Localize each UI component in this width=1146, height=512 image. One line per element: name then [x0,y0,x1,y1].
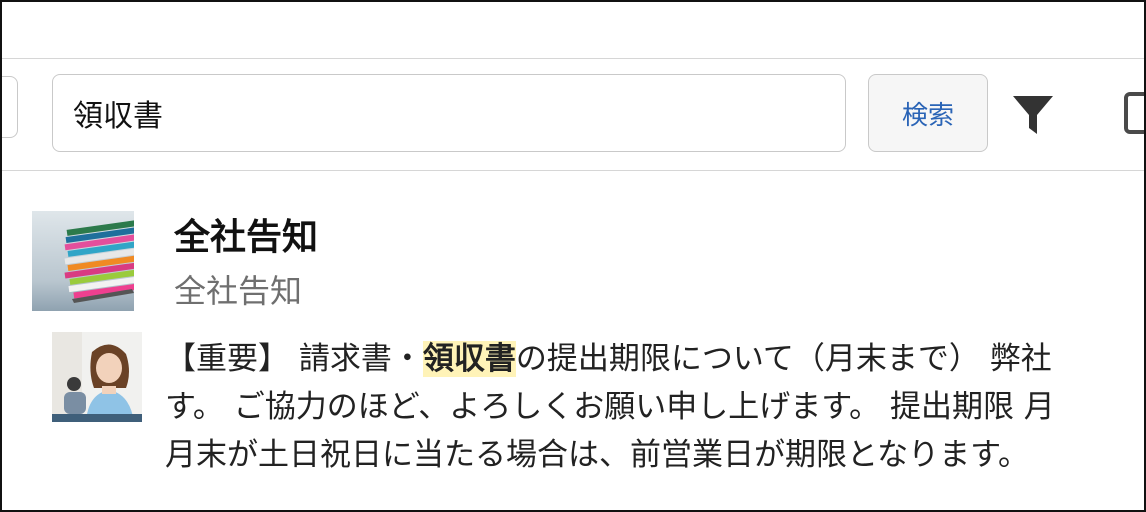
search-highlight: 領収書 [422,341,516,377]
filter-icon [1013,96,1053,134]
app-frame: 検索 [0,0,1146,512]
snippet-line-2: す。 ご協力のほど、よろしくお願い申し上げます。 提出期限 月 [165,389,1055,425]
snippet-line-1: 【重要】 請求書・領収書の提出期限について（月末まで） 弊社 [165,335,1144,383]
result-snippet: 【重要】 請求書・領収書の提出期限について（月末まで） 弊社 す。 ご協力のほど… [165,335,1144,479]
search-button[interactable]: 検索 [868,74,988,152]
result-subtitle: 全社告知 [174,272,303,310]
result-title[interactable]: 全社告知 [174,208,318,260]
filter-button[interactable] [1006,90,1060,140]
snippet-text: の提出期限について（月末まで） 弊社 [515,341,1052,377]
snippet-text: 【重要】 請求書・ [165,341,423,377]
author-avatar[interactable] [52,332,142,422]
results-divider [2,170,1144,171]
snippet-line-3: 月末が土日祝日に当たる場合は、前営業日が期限となります。 [165,437,1029,473]
top-divider [2,58,1144,59]
previous-control[interactable] [2,76,18,138]
checkbox-toggle[interactable] [1124,92,1144,134]
channel-thumbnail[interactable] [32,211,134,311]
search-input[interactable] [52,74,846,152]
